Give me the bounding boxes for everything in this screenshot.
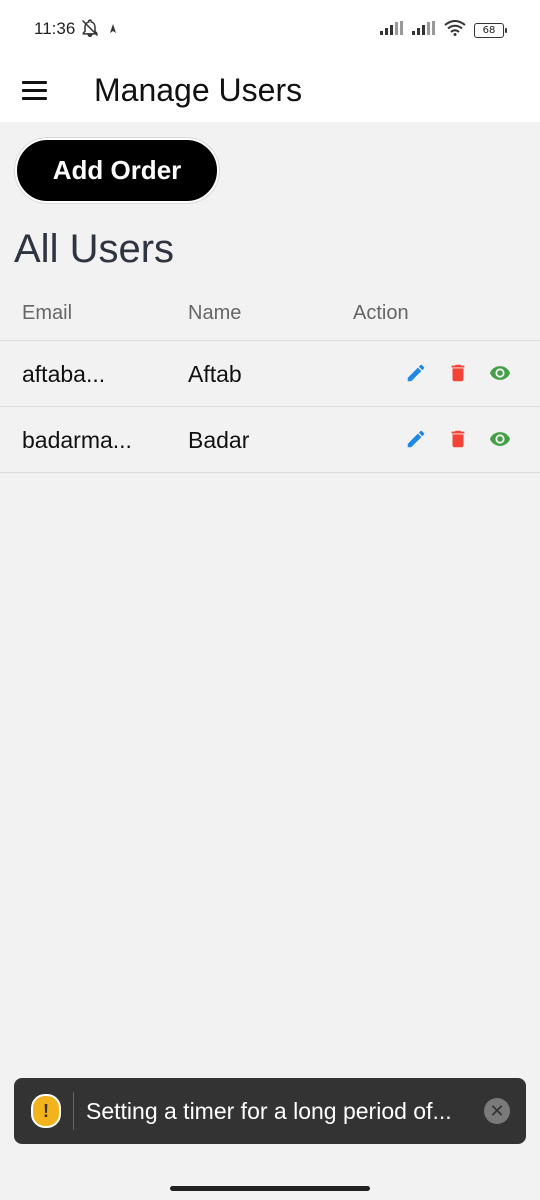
- signal-icon: [380, 21, 404, 40]
- menu-icon[interactable]: [22, 76, 50, 104]
- status-time: 11:36: [34, 19, 76, 38]
- location-icon: [108, 22, 118, 40]
- signal-icon: [412, 21, 436, 40]
- warning-toast[interactable]: ! Setting a timer for a long period of..…: [14, 1078, 526, 1144]
- delete-icon[interactable]: [446, 361, 470, 385]
- delete-icon[interactable]: [446, 427, 470, 451]
- column-header-email: Email: [22, 302, 73, 324]
- column-header-action: Action: [353, 302, 409, 324]
- view-icon[interactable]: [488, 361, 512, 385]
- toast-divider: [73, 1092, 74, 1130]
- table-header: Email Name Action: [0, 286, 540, 341]
- column-header-name: Name: [188, 302, 242, 324]
- status-bar: 11:36 68: [0, 0, 540, 60]
- row-actions: [404, 361, 512, 385]
- user-name: Badar: [188, 427, 250, 453]
- row-actions: [404, 427, 512, 451]
- notifications-off-icon: [80, 18, 100, 43]
- user-email: aftaba...: [22, 361, 106, 387]
- home-indicator[interactable]: [170, 1186, 370, 1191]
- edit-icon[interactable]: [404, 427, 428, 451]
- add-order-button[interactable]: Add Order: [15, 138, 219, 203]
- toast-message: Setting a timer for a long period of...: [86, 1097, 452, 1124]
- user-email: badarma...: [22, 427, 132, 453]
- page-title: Manage Users: [94, 72, 303, 108]
- users-table: Email Name Action aftaba... Aftab badarm…: [0, 286, 540, 473]
- edit-icon[interactable]: [404, 361, 428, 385]
- section-title: All Users: [14, 227, 175, 271]
- app-bar: Manage Users: [0, 60, 540, 122]
- battery-icon: 68: [474, 23, 507, 38]
- wifi-icon: [444, 20, 466, 41]
- warning-icon: !: [31, 1094, 61, 1128]
- table-row: badarma... Badar: [0, 407, 540, 473]
- view-icon[interactable]: [488, 427, 512, 451]
- table-row: aftaba... Aftab: [0, 341, 540, 407]
- user-name: Aftab: [188, 361, 242, 387]
- close-icon[interactable]: ✕: [484, 1098, 510, 1124]
